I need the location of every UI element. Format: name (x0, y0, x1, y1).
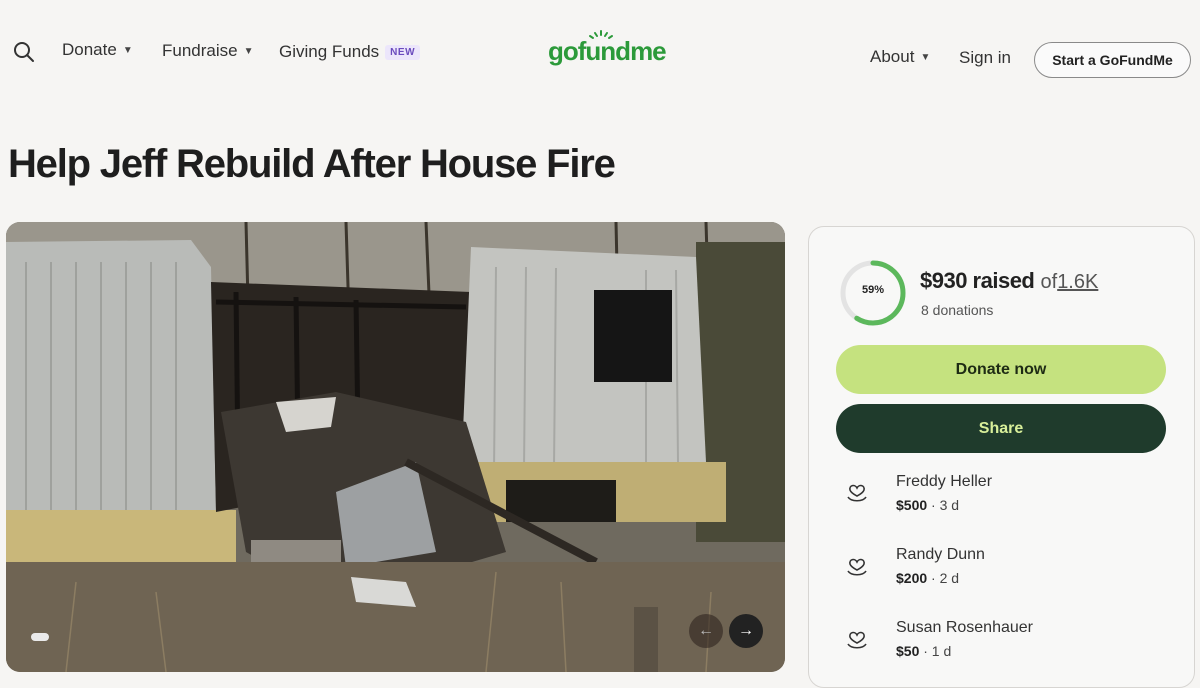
progress-percent: 59% (861, 284, 885, 296)
chevron-down-icon: ▼ (243, 45, 254, 57)
nav-fundraise[interactable]: Fundraise ▼ (162, 41, 254, 61)
arrow-right-icon[interactable]: → (729, 614, 763, 648)
heart-hand-icon (847, 558, 867, 576)
donation-count: 8 donations (921, 302, 994, 318)
nav-sign-in[interactable]: Sign in (959, 48, 1011, 68)
donor-amount: $50 (896, 643, 920, 659)
heart-hand-icon (847, 484, 867, 502)
nav-fundraise-label: Fundraise (162, 41, 238, 60)
burned-house-image (6, 222, 785, 672)
donor-amount-time: $200 · 2 d (896, 570, 959, 586)
nav-giving-funds-label: Giving Funds (279, 42, 380, 61)
donor-amount-time: $500 · 3 d (896, 497, 959, 513)
nav-donate[interactable]: Donate ▼ (62, 40, 133, 60)
donor-amount: $500 (896, 497, 928, 513)
donor-name: Randy Dunn (896, 546, 985, 563)
of-label: of (1040, 271, 1058, 293)
donor-amount-time: $50 · 1 d (896, 643, 951, 659)
search-icon[interactable] (12, 40, 36, 64)
nav-donate-label: Donate (62, 40, 117, 59)
nav-about-label: About (870, 47, 915, 66)
share-button[interactable]: Share (836, 404, 1166, 453)
start-gofundme-button[interactable]: Start a GoFundMe (1034, 42, 1191, 78)
campaign-photo: ← → (6, 222, 785, 672)
raised-amount: $930 raised (920, 268, 1035, 293)
campaign-title: Help Jeff Rebuild After House Fire (8, 142, 616, 186)
nav-giving-funds[interactable]: Giving Funds NEW (279, 42, 421, 62)
new-badge: NEW (385, 44, 421, 60)
donor-name: Susan Rosenhauer (896, 619, 1033, 636)
carousel-indicator[interactable] (31, 633, 49, 641)
arrow-left-icon[interactable]: ← (689, 614, 723, 648)
donor-time: · 3 d (931, 497, 960, 513)
gofundme-logo[interactable]: gofundme (548, 36, 667, 67)
donor-time: · 1 d (923, 643, 952, 659)
top-nav: Donate ▼ Fundraise ▼ Giving Funds NEW go… (0, 0, 1200, 110)
donor-time: · 2 d (931, 570, 960, 586)
donor-name: Freddy Heller (896, 473, 993, 490)
amount-raised: $930 raised of1.6K (920, 268, 1098, 294)
donate-now-button[interactable]: Donate now (836, 345, 1166, 394)
donor-amount: $200 (896, 570, 928, 586)
heart-hand-icon (847, 631, 867, 649)
chevron-down-icon: ▼ (122, 44, 133, 56)
goal-amount[interactable]: 1.6K (1057, 271, 1098, 293)
nav-about[interactable]: About ▼ (870, 47, 930, 67)
chevron-down-icon: ▼ (920, 51, 931, 63)
